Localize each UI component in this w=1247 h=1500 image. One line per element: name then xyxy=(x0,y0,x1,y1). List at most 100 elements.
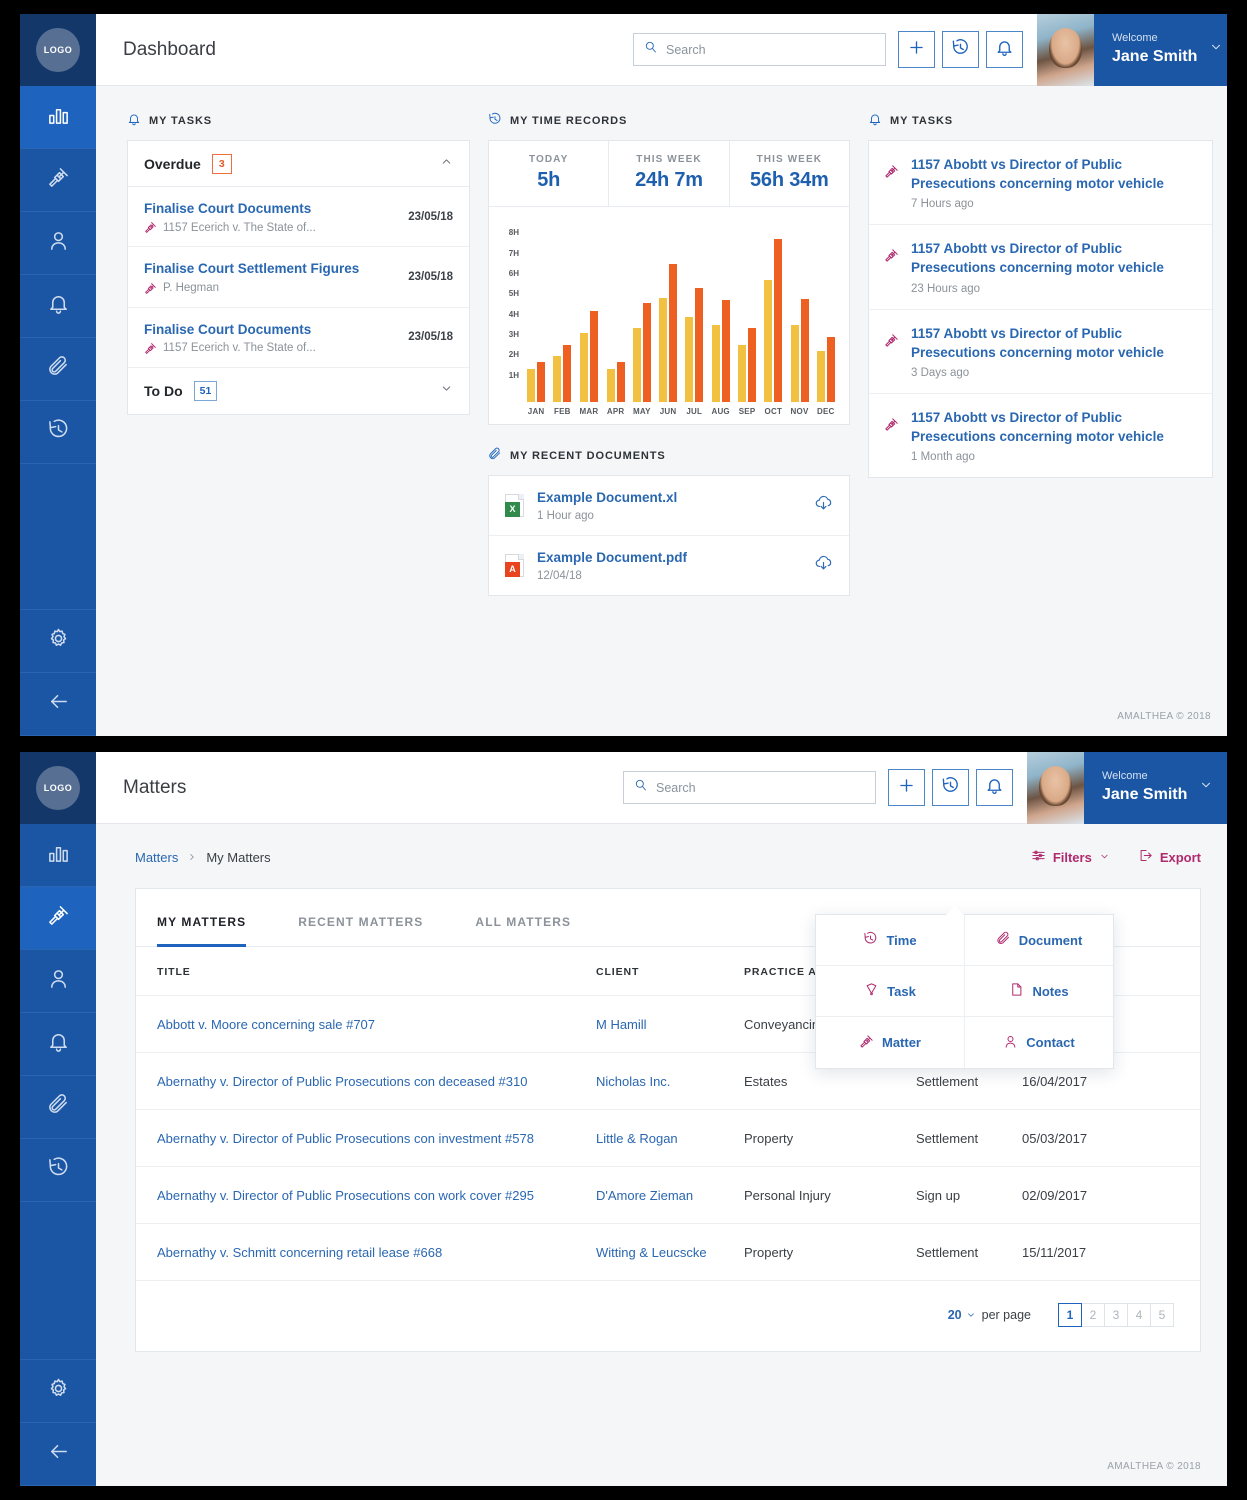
sidebar-item-settings[interactable] xyxy=(20,1360,96,1423)
timer-button[interactable] xyxy=(932,769,969,806)
chart-bar[interactable] xyxy=(695,288,704,402)
menu-item-document[interactable]: Document xyxy=(965,915,1113,966)
page-button-3[interactable]: 3 xyxy=(1104,1303,1128,1327)
chart-bar[interactable] xyxy=(537,362,546,402)
table-row[interactable]: Abernathy v. Schmitt concerning retail l… xyxy=(136,1223,1200,1281)
document-name[interactable]: Example Document.pdf xyxy=(537,549,814,568)
time-summary-cell[interactable]: THIS WEEK 24h 7m xyxy=(609,141,730,206)
client-link[interactable]: Nicholas Inc. xyxy=(596,1074,670,1089)
notifications-button[interactable] xyxy=(986,31,1023,68)
client-link[interactable]: D'Amore Zieman xyxy=(596,1188,693,1203)
export-button[interactable]: Export xyxy=(1138,848,1201,866)
sidebar-item-time[interactable] xyxy=(20,401,96,464)
sidebar-item-settings[interactable] xyxy=(20,610,96,673)
sidebar-item-dashboard[interactable] xyxy=(20,824,96,887)
client-link[interactable]: M Hamill xyxy=(596,1017,647,1032)
sidebar-item-contacts[interactable] xyxy=(20,950,96,1013)
chart-bar[interactable] xyxy=(721,300,730,402)
matter-title-link[interactable]: Abernathy v. Director of Public Prosecut… xyxy=(157,1074,527,1089)
table-row[interactable]: Abernathy v. Director of Public Prosecut… xyxy=(136,1109,1200,1167)
column-header-client[interactable]: CLIENT xyxy=(596,947,744,996)
user-menu[interactable]: Welcome Jane Smith xyxy=(1094,14,1227,86)
time-summary-cell[interactable]: TODAY 5h xyxy=(489,141,610,206)
time-summary-cell[interactable]: THIS WEEK 56h 34m xyxy=(730,141,849,206)
cloud-download-icon[interactable] xyxy=(814,553,833,577)
menu-item-notes[interactable]: Notes xyxy=(965,966,1113,1017)
sidebar-item-time[interactable] xyxy=(20,1139,96,1202)
matter-title[interactable]: 1157 Abobtt vs Director of Public Presec… xyxy=(911,408,1197,446)
chart-bar[interactable] xyxy=(790,324,799,402)
list-item[interactable]: 1157 Abobtt vs Director of Public Presec… xyxy=(869,394,1212,477)
menu-item-time[interactable]: Time xyxy=(816,915,965,966)
timer-button[interactable] xyxy=(942,31,979,68)
chart-bar[interactable] xyxy=(642,303,651,402)
matter-title-link[interactable]: Abernathy v. Schmitt concerning retail l… xyxy=(157,1245,442,1260)
chart-bar[interactable] xyxy=(579,332,588,402)
chart-bar[interactable] xyxy=(527,369,536,402)
sidebar-item-notifications[interactable] xyxy=(20,275,96,338)
task-row[interactable]: Finalise Court Settlement Figures P. Heg… xyxy=(128,247,469,308)
user-menu[interactable]: Welcome Jane Smith xyxy=(1084,752,1227,824)
matter-title-link[interactable]: Abbott v. Moore concerning sale #707 xyxy=(157,1017,375,1032)
accordion-overdue[interactable]: Overdue 3 xyxy=(128,141,469,187)
task-title[interactable]: Finalise Court Documents xyxy=(144,199,398,219)
chart-bar[interactable] xyxy=(553,356,562,402)
chart-bar[interactable] xyxy=(606,369,615,402)
chart-bar[interactable] xyxy=(711,324,720,402)
notifications-button[interactable] xyxy=(976,769,1013,806)
tab-all-matters[interactable]: ALL MATTERS xyxy=(475,889,571,946)
chart-bar[interactable] xyxy=(738,345,747,402)
matter-title[interactable]: 1157 Abobtt vs Director of Public Presec… xyxy=(911,155,1197,193)
column-header-title[interactable]: TITLE xyxy=(136,947,596,996)
filters-button[interactable]: Filters xyxy=(1031,848,1110,866)
document-name[interactable]: Example Document.xl xyxy=(537,489,814,508)
sidebar-item-notifications[interactable] xyxy=(20,1013,96,1076)
chart-bar[interactable] xyxy=(659,298,668,402)
matter-title-link[interactable]: Abernathy v. Director of Public Prosecut… xyxy=(157,1188,534,1203)
task-row[interactable]: Finalise Court Documents 1157 Ecerich v.… xyxy=(128,308,469,368)
menu-item-task[interactable]: Task xyxy=(816,966,965,1017)
sidebar-item-collapse[interactable] xyxy=(20,1423,96,1486)
search-box[interactable] xyxy=(633,33,886,66)
chart-bar[interactable] xyxy=(800,299,809,402)
per-page-value-wrap[interactable]: 20 xyxy=(948,1308,976,1322)
menu-item-matter[interactable]: Matter xyxy=(816,1017,965,1068)
logo[interactable]: LOGO xyxy=(20,752,96,824)
tab-recent-matters[interactable]: RECENT MATTERS xyxy=(298,889,423,946)
chart-bar[interactable] xyxy=(774,239,783,402)
page-button-4[interactable]: 4 xyxy=(1127,1303,1151,1327)
cloud-download-icon[interactable] xyxy=(814,493,833,517)
page-button-2[interactable]: 2 xyxy=(1081,1303,1105,1327)
add-button[interactable] xyxy=(888,769,925,806)
logo[interactable]: LOGO xyxy=(20,14,96,86)
search-input[interactable] xyxy=(666,42,875,57)
chevron-down-icon[interactable] xyxy=(440,382,453,400)
document-row[interactable]: A Example Document.pdf 12/04/18 xyxy=(489,536,849,595)
menu-item-contact[interactable]: Contact xyxy=(965,1017,1113,1068)
sidebar-item-contacts[interactable] xyxy=(20,212,96,275)
chart-bar[interactable] xyxy=(632,327,641,402)
list-item[interactable]: 1157 Abobtt vs Director of Public Presec… xyxy=(869,310,1212,394)
document-row[interactable]: X Example Document.xl 1 Hour ago xyxy=(489,476,849,536)
chart-bar[interactable] xyxy=(669,263,678,402)
task-row[interactable]: Finalise Court Documents 1157 Ecerich v.… xyxy=(128,187,469,248)
chart-bar[interactable] xyxy=(748,327,757,402)
list-item[interactable]: 1157 Abobtt vs Director of Public Presec… xyxy=(869,225,1212,310)
add-button[interactable] xyxy=(898,31,935,68)
sidebar-item-dashboard[interactable] xyxy=(20,86,96,149)
sidebar-item-collapse[interactable] xyxy=(20,673,96,736)
sidebar-item-documents[interactable] xyxy=(20,338,96,401)
client-link[interactable]: Witting & Leucscke xyxy=(596,1245,707,1260)
chart-bar[interactable] xyxy=(826,336,835,402)
matter-title[interactable]: 1157 Abobtt vs Director of Public Presec… xyxy=(911,324,1197,362)
page-button-5[interactable]: 5 xyxy=(1150,1303,1174,1327)
chart-bar[interactable] xyxy=(616,362,625,402)
matter-title[interactable]: 1157 Abobtt vs Director of Public Presec… xyxy=(911,239,1197,277)
chevron-up-icon[interactable] xyxy=(440,155,453,173)
matter-title-link[interactable]: Abernathy v. Director of Public Prosecut… xyxy=(157,1131,534,1146)
accordion-todo[interactable]: To Do 51 xyxy=(128,368,469,414)
chart-bar[interactable] xyxy=(685,316,694,402)
page-button-1[interactable]: 1 xyxy=(1058,1303,1082,1327)
sidebar-item-matters[interactable] xyxy=(20,887,96,950)
list-item[interactable]: 1157 Abobtt vs Director of Public Presec… xyxy=(869,141,1212,226)
